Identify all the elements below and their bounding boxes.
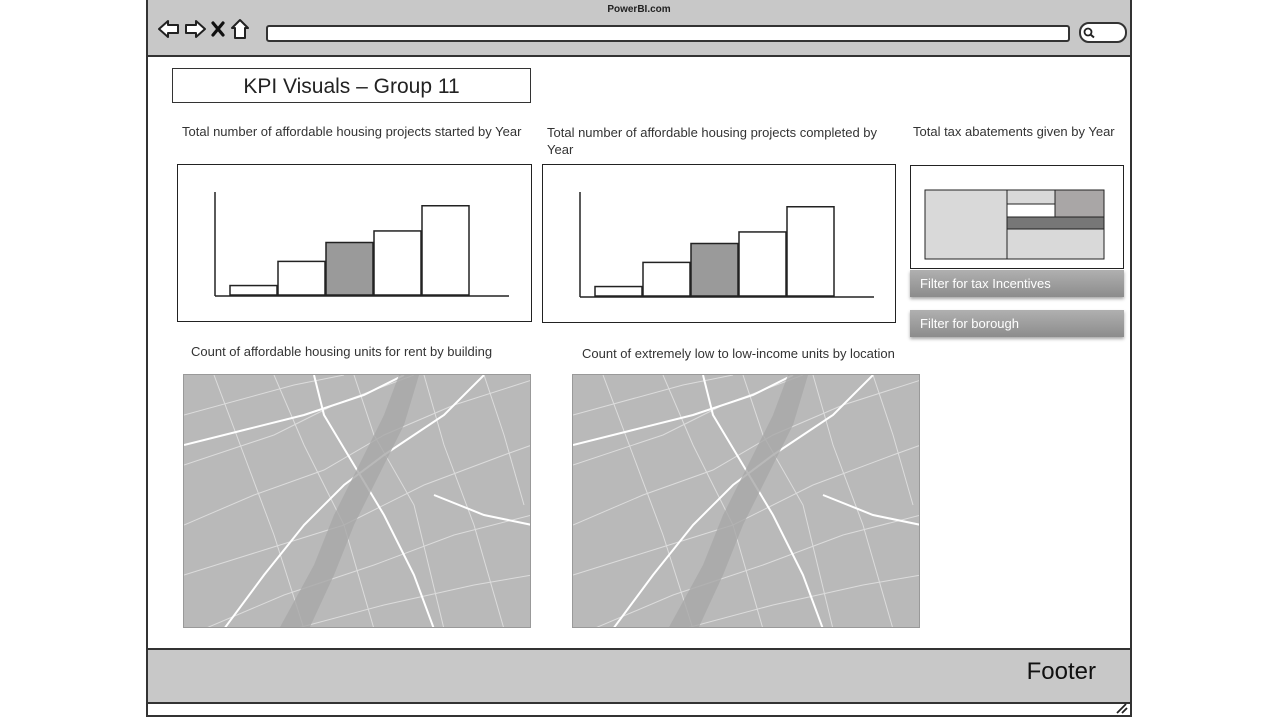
treemap-block-2 [1006,189,1056,205]
footer-label: Footer [1026,658,1096,685]
url-bar[interactable] [266,25,1070,42]
footer-bar: Footer [148,648,1130,704]
completed-chart-title: Total number of affordable housing proje… [547,125,878,157]
completed-bar-chart[interactable] [542,164,896,323]
treemap-block-6 [1006,228,1105,260]
map-streets [573,375,919,627]
rent-map-title: Count of affordable housing units for re… [191,344,493,359]
bar-3 [690,242,739,297]
bar-4 [373,230,422,296]
tax-treemap[interactable] [910,165,1124,269]
rent-map[interactable] [183,374,531,628]
site-title: PowerBI.com [607,4,671,15]
treemap-block-4 [1006,203,1056,218]
resize-handle-icon[interactable] [1114,702,1128,714]
map-streets [184,375,530,627]
completed-chart-svg [579,192,874,298]
treemap-block-5 [1006,216,1105,230]
nav-buttons [158,17,250,41]
treemap-block-1 [924,189,1008,260]
tax-incentives-filter-button[interactable]: Filter for tax Incentives [910,270,1124,297]
page-title: KPI Visuals – Group 11 [172,68,531,103]
search-icon [1083,27,1095,39]
bar-5 [421,205,470,296]
bar-3 [325,241,374,296]
income-map[interactable] [572,374,920,628]
home-icon[interactable] [230,18,250,40]
browser-window: PowerBI.com KPI Visuals – Group 11 Total… [146,0,1132,717]
close-icon[interactable] [210,20,226,38]
started-bar-chart[interactable] [177,164,532,322]
started-chart-svg [214,192,509,297]
back-arrow-icon[interactable] [158,19,180,39]
treemap-block-3 [1054,189,1105,218]
bar-4 [738,231,787,297]
tax-chart-title: Total tax abatements given by Year [913,124,1115,139]
started-chart-title: Total number of affordable housing proje… [182,124,522,139]
bar-1 [594,285,643,297]
bar-2 [277,260,326,296]
search-box[interactable] [1079,22,1127,43]
bar-5 [786,206,835,297]
browser-toolbar: PowerBI.com [148,0,1130,57]
treemap-svg [924,189,1105,260]
bar-2 [642,261,691,297]
income-map-title: Count of extremely low to low-income uni… [582,346,895,361]
borough-filter-button[interactable]: Filter for borough [910,310,1124,337]
bar-1 [229,284,278,296]
forward-arrow-icon[interactable] [184,19,206,39]
